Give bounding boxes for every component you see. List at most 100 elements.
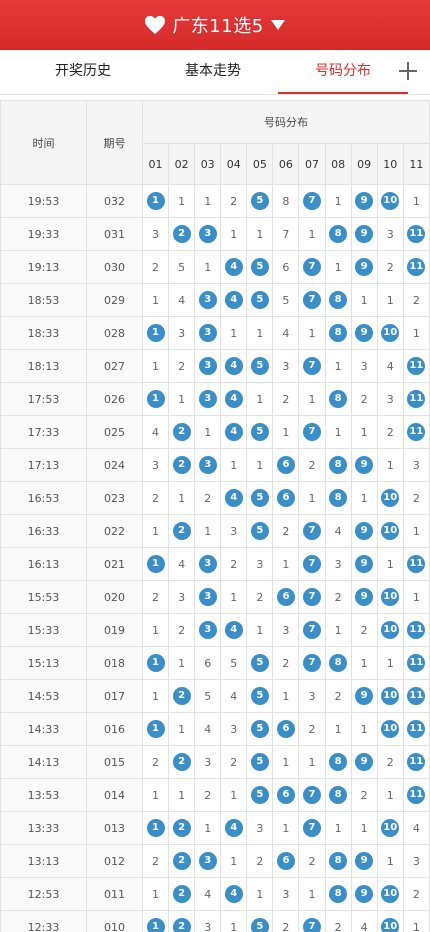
miss-count: 1 (152, 524, 160, 538)
distribution-table-container[interactable]: 时间 期号 号码分布 01 02 03 04 05 06 07 08 09 10 11 19:53 0… (0, 100, 430, 932)
miss-count: 1 (412, 590, 420, 604)
number-cell: 2 (168, 514, 196, 548)
miss-count: 1 (204, 821, 212, 835)
number-cell: 3 (220, 514, 248, 548)
drawn-number-ball: 11 (407, 423, 426, 441)
miss-count: 4 (412, 821, 420, 835)
header-number: 03 (194, 143, 222, 185)
drawn-number-ball: 3 (198, 588, 217, 606)
miss-count: 2 (178, 359, 186, 373)
drawn-number-ball: 7 (303, 654, 321, 672)
table-row: 19:13 030 2 5 1 4 5 6 7 1 9 2 11 (0, 250, 430, 284)
number-cell: 1 (324, 613, 352, 647)
drawn-number-ball: 3 (198, 291, 217, 309)
number-cell: 1 (298, 316, 326, 350)
drawn-number-ball: 1 (146, 720, 165, 738)
number-cell: 3 (194, 613, 222, 647)
number-cell: 2 (168, 448, 196, 482)
miss-count: 2 (360, 392, 368, 406)
number-cell: 8 (272, 184, 300, 218)
drawn-number-ball: 5 (250, 720, 269, 738)
drawn-number-ball: 6 (276, 720, 295, 738)
draw-time: 17:33 (0, 415, 87, 449)
number-cell: 4 (220, 481, 248, 515)
number-cell: 5 (246, 415, 274, 449)
tab-basic-trend[interactable]: 基本走势 (148, 50, 278, 94)
number-cell: 4 (402, 811, 430, 845)
number-cell: 1 (298, 382, 326, 416)
miss-count: 1 (308, 326, 316, 340)
number-cell: 5 (246, 679, 274, 713)
number-cell: 11 (402, 646, 430, 680)
number-cell: 1 (272, 811, 300, 845)
miss-count: 1 (230, 920, 238, 932)
number-cell: 1 (324, 811, 352, 845)
tab-draw-history[interactable]: 开奖历史 (18, 50, 148, 94)
header-number-distribution: 号码分布 (142, 100, 430, 144)
miss-count: 1 (334, 425, 342, 439)
miss-count: 1 (412, 194, 420, 208)
drawn-number-ball: 8 (329, 225, 348, 243)
drawn-number-ball: 11 (407, 720, 426, 738)
miss-count: 3 (412, 458, 420, 472)
miss-count: 1 (360, 722, 368, 736)
number-cell: 1 (324, 712, 352, 746)
number-cell: 2 (168, 910, 196, 932)
number-cell: 1 (298, 745, 326, 779)
number-cell: 9 (350, 217, 378, 251)
number-cell: 2 (194, 778, 222, 812)
number-cell: 2 (298, 712, 326, 746)
miss-count: 2 (204, 491, 212, 505)
number-cell: 10 (376, 514, 404, 548)
drawn-number-ball: 9 (355, 885, 374, 903)
miss-count: 3 (412, 854, 420, 868)
miss-count: 4 (230, 689, 238, 703)
miss-count: 3 (282, 359, 290, 373)
number-cell: 6 (272, 250, 300, 284)
number-cell: 7 (298, 283, 326, 317)
number-cell: 1 (350, 646, 378, 680)
draw-issue: 019 (86, 613, 143, 647)
drawn-number-ball: 7 (303, 786, 321, 804)
number-cell: 2 (272, 646, 300, 680)
number-cell: 2 (168, 415, 196, 449)
miss-count: 1 (412, 524, 420, 538)
number-cell: 7 (298, 646, 326, 680)
number-cell: 2 (350, 613, 378, 647)
number-cell: 4 (220, 382, 248, 416)
drawn-number-ball: 10 (381, 588, 400, 606)
miss-count: 2 (152, 260, 160, 274)
miss-count: 1 (178, 392, 186, 406)
number-cell: 1 (141, 877, 170, 911)
miss-count: 1 (386, 557, 394, 571)
number-cell: 9 (350, 316, 378, 350)
number-cell: 1 (194, 514, 222, 548)
drawn-number-ball: 4 (224, 489, 243, 507)
miss-count: 3 (178, 326, 186, 340)
draw-issue: 026 (86, 382, 143, 416)
drawn-number-ball: 7 (303, 357, 321, 375)
drawn-number-ball: 11 (407, 621, 426, 639)
tab-number-distribution[interactable]: 号码分布 (278, 50, 408, 94)
drawn-number-ball: 7 (303, 258, 321, 276)
number-cell: 3 (141, 448, 170, 482)
tab-bar: 开奖历史 基本走势 号码分布 (0, 50, 430, 95)
lottery-selector[interactable]: 广东11选5 (144, 12, 285, 38)
number-cell: 3 (168, 316, 196, 350)
miss-count: 2 (412, 491, 420, 505)
plus-icon[interactable] (396, 59, 420, 83)
draw-time: 18:53 (0, 283, 87, 317)
table-row: 17:33 025 4 2 1 4 5 1 7 1 1 2 11 (0, 415, 430, 449)
number-cell: 2 (220, 547, 248, 581)
miss-count: 1 (152, 689, 160, 703)
drawn-number-ball: 2 (172, 522, 191, 540)
number-cell: 5 (246, 349, 274, 383)
miss-count: 3 (204, 920, 212, 932)
miss-count: 1 (256, 623, 264, 637)
table-row: 18:13 027 1 2 3 4 5 3 7 1 3 4 11 (0, 349, 430, 383)
draw-issue: 031 (86, 217, 143, 251)
number-cell: 1 (141, 679, 170, 713)
miss-count: 1 (152, 623, 160, 637)
number-cell: 4 (272, 316, 300, 350)
drawn-number-ball: 11 (407, 390, 426, 408)
